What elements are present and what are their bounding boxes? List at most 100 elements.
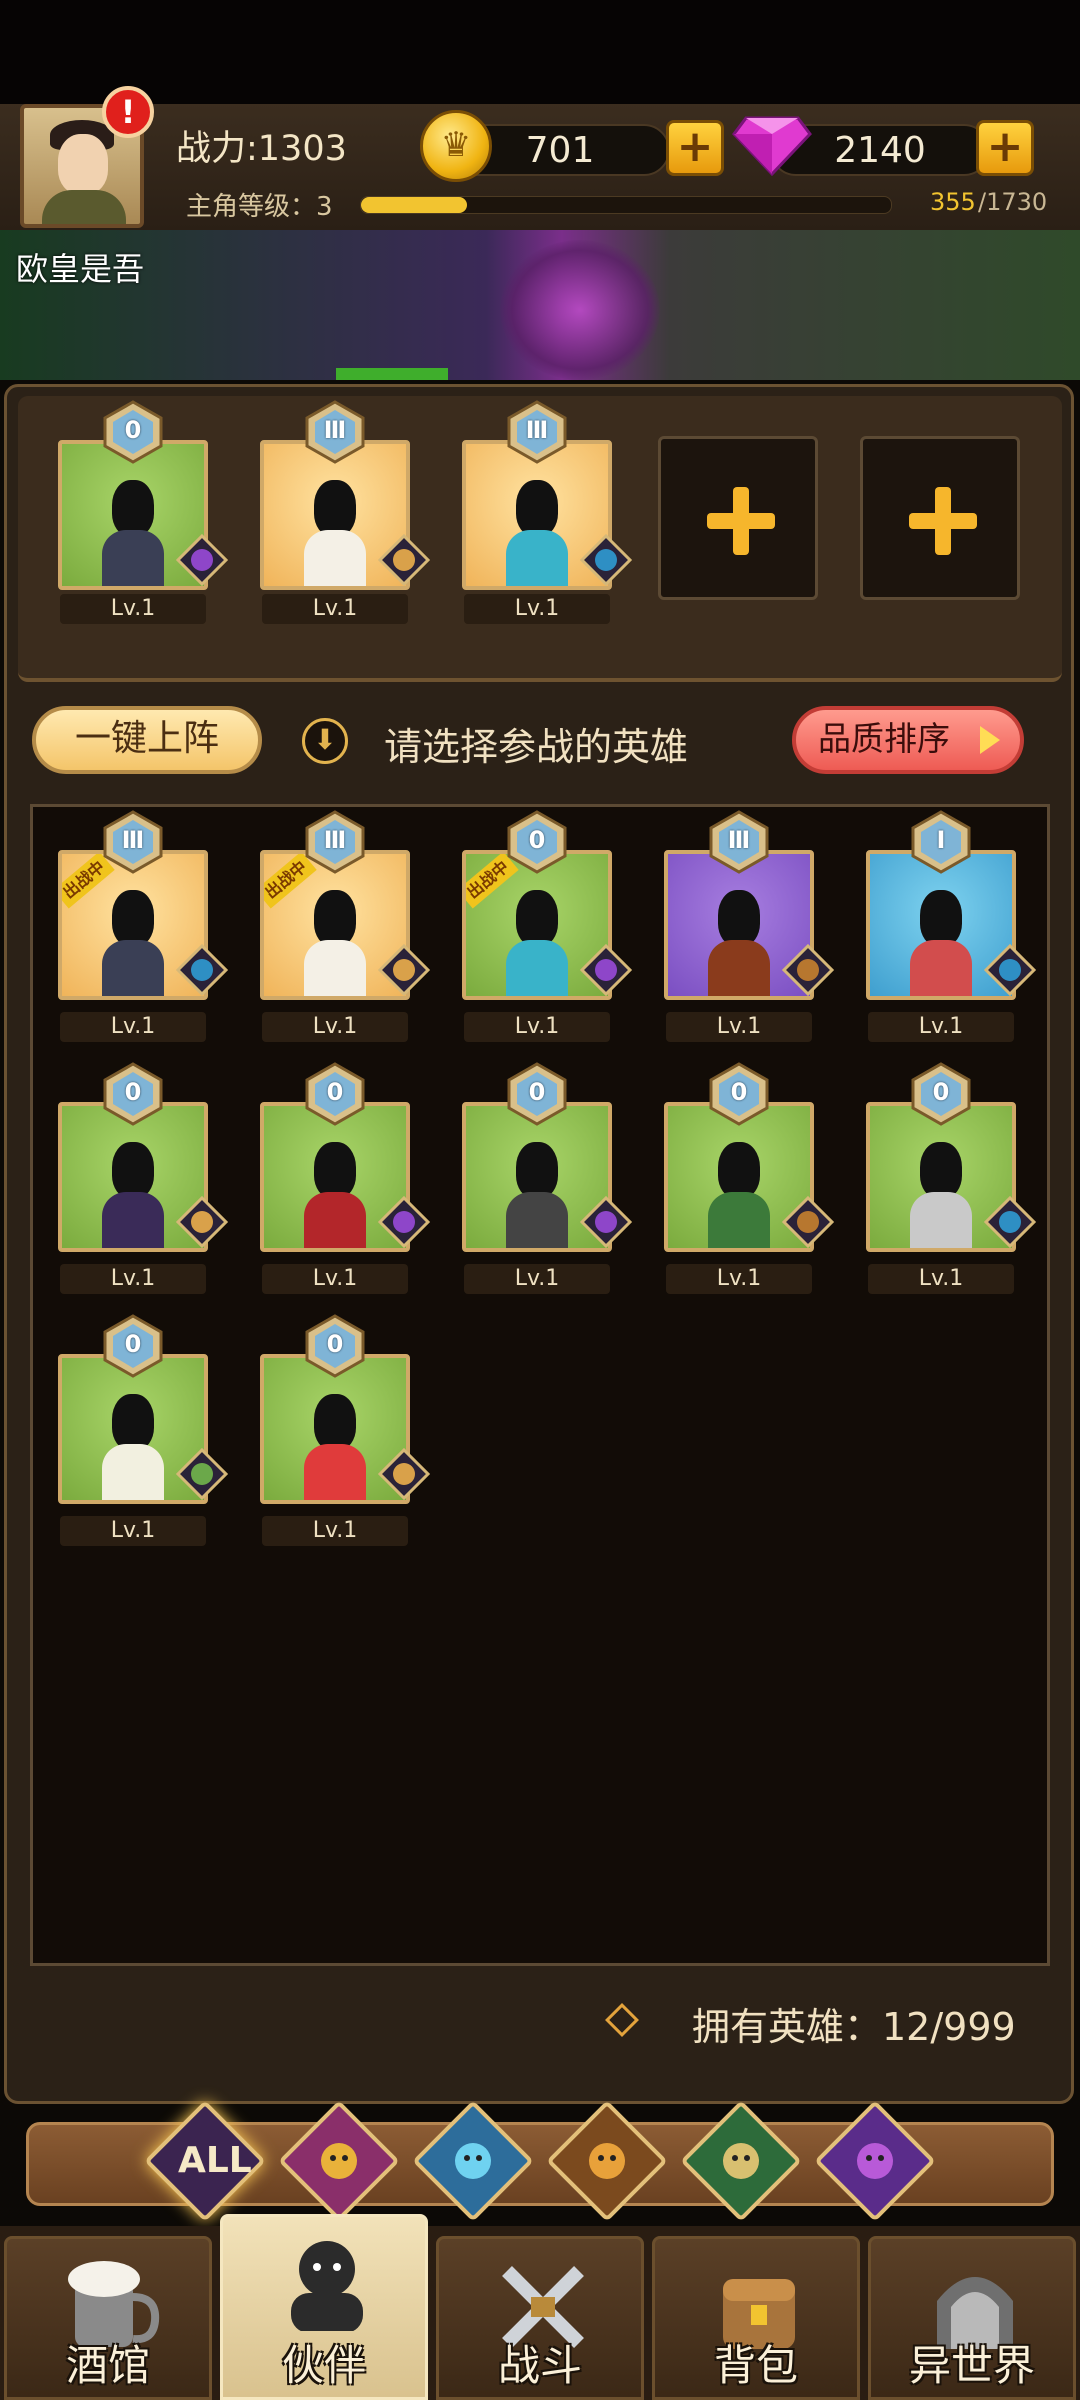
team-slot-2-rank-badge: Ⅲ xyxy=(303,400,367,464)
exclamation-icon[interactable]: ! xyxy=(102,86,154,138)
hero-2-portrait xyxy=(304,890,366,996)
hero-4-faction-icon xyxy=(781,943,835,997)
hero-10-portrait xyxy=(910,1142,972,1248)
hero-7-rank-badge: 0 xyxy=(303,1062,367,1126)
hero-11-portrait xyxy=(102,1394,164,1500)
nav-tab-2[interactable]: 伙伴 xyxy=(220,2214,428,2400)
nav-tab-3[interactable]: 战斗 xyxy=(436,2236,644,2400)
hero-1-level: Lv.1 xyxy=(60,1012,206,1042)
hero-4-rank-badge-rank: Ⅲ xyxy=(727,826,751,854)
hero-11-rank-badge: 0 xyxy=(101,1314,165,1378)
add-gold-button[interactable]: + xyxy=(666,120,724,176)
hero-5-portrait xyxy=(910,890,972,996)
nav-tab-4[interactable]: 背包 xyxy=(652,2236,860,2400)
hero-7-portrait xyxy=(304,1142,366,1248)
battle-preview xyxy=(0,230,1080,380)
team-slot-2-level: Lv.1 xyxy=(262,594,408,624)
merfolk-faction-icon xyxy=(446,2134,500,2188)
team-slot-1-rank-badge-rank: 0 xyxy=(124,416,142,444)
add-gem-button[interactable]: + xyxy=(976,120,1034,176)
team-slot-2-portrait xyxy=(304,480,366,586)
empty-team-slot-2[interactable] xyxy=(860,436,1020,600)
play-arrow-icon xyxy=(980,726,1000,754)
hero-11-rank-badge-rank: 0 xyxy=(124,1330,142,1358)
team-slot-1-level: Lv.1 xyxy=(60,594,206,624)
deploy-hint: 请选择参战的英雄 xyxy=(384,725,689,769)
nav-tab-5[interactable]: 异世界 xyxy=(868,2236,1076,2400)
quality-sort-button[interactable]: 品质排序 xyxy=(792,706,1024,774)
hero-9-rank-badge: 0 xyxy=(707,1062,771,1126)
team-slot-3-faction-icon xyxy=(579,533,633,587)
hero-7-faction-icon xyxy=(377,1195,431,1249)
hero-8-portrait xyxy=(506,1142,568,1248)
hero-12-rank-badge: 0 xyxy=(303,1314,367,1378)
elf-faction-icon xyxy=(714,2134,768,2188)
hero-11-faction-icon xyxy=(175,1447,229,1501)
hero-8-faction-icon xyxy=(579,1195,633,1249)
hero-12-rank-badge-rank: 0 xyxy=(326,1330,344,1358)
nav-tab-label: 背包 xyxy=(713,2341,798,2390)
hero-8-level: Lv.1 xyxy=(464,1264,610,1294)
team-slot-1-rank-badge: 0 xyxy=(101,400,165,464)
hero-3-level: Lv.1 xyxy=(464,1012,610,1042)
hero-1-faction-icon xyxy=(175,943,229,997)
hero-2-rank-badge: Ⅲ xyxy=(303,810,367,874)
hero-12-portrait xyxy=(304,1394,366,1500)
human-faction-icon xyxy=(312,2134,366,2188)
demon-faction-icon xyxy=(848,2134,902,2188)
status-bar xyxy=(0,0,1080,104)
hero-3-rank-badge: 0 xyxy=(505,810,569,874)
beast-faction-icon xyxy=(580,2134,634,2188)
team-slot-3-rank-badge: Ⅲ xyxy=(505,400,569,464)
hero-1-portrait xyxy=(102,890,164,996)
filter-all-label: ALL xyxy=(178,2140,252,2181)
team-slot-2-rank-badge-rank: Ⅲ xyxy=(323,416,347,444)
hero-4-rank-badge: Ⅲ xyxy=(707,810,771,874)
hero-11-level: Lv.1 xyxy=(60,1516,206,1546)
hero-9-portrait xyxy=(708,1142,770,1248)
hero-6-rank-badge-rank: 0 xyxy=(124,1078,142,1106)
hero-2-level: Lv.1 xyxy=(262,1012,408,1042)
hero-4-level: Lv.1 xyxy=(666,1012,812,1042)
team-slot-3-portrait xyxy=(506,480,568,586)
power-label: 战力:1303 xyxy=(176,129,347,169)
hero-8-rank-badge-rank: 0 xyxy=(528,1078,546,1106)
hero-3-faction-icon xyxy=(579,943,633,997)
companion-icon xyxy=(277,2235,377,2333)
gem-icon xyxy=(732,116,812,176)
hero-4-portrait xyxy=(708,890,770,996)
nav-tab-label: 战斗 xyxy=(497,2341,582,2390)
hero-9-rank-badge-rank: 0 xyxy=(730,1078,748,1106)
hero-10-rank-badge: 0 xyxy=(909,1062,973,1126)
hero-5-rank-badge-rank: Ⅰ xyxy=(936,826,946,854)
hero-2-faction-icon xyxy=(377,943,431,997)
team-slot-3-rank-badge-rank: Ⅲ xyxy=(525,416,549,444)
hero-8-rank-badge: 0 xyxy=(505,1062,569,1126)
nav-tab-label: 酒馆 xyxy=(65,2341,150,2390)
hero-9-faction-icon xyxy=(781,1195,835,1249)
hero-5-level: Lv.1 xyxy=(868,1012,1014,1042)
sort-label: 品质排序 xyxy=(818,719,950,758)
hero-1-rank-badge: Ⅲ xyxy=(101,810,165,874)
hero-10-level: Lv.1 xyxy=(868,1264,1014,1294)
hero-12-level: Lv.1 xyxy=(262,1516,408,1546)
hero-10-faction-icon xyxy=(983,1195,1037,1249)
nav-tab-label: 伙伴 xyxy=(281,2341,366,2390)
owned-heroes-count: 拥有英雄：12/999 xyxy=(692,2005,1016,2049)
xp-max: /1730 xyxy=(978,188,1048,216)
hero-1-rank-badge-rank: Ⅲ xyxy=(121,826,145,854)
player-name: 欧皇是吾 xyxy=(16,250,145,288)
hero-9-level: Lv.1 xyxy=(666,1264,812,1294)
arrow-down-icon: ⬇ xyxy=(302,718,348,764)
auto-deploy-button[interactable]: 一键上阵 xyxy=(32,706,262,774)
empty-team-slot-1[interactable] xyxy=(658,436,818,600)
team-slot-1-faction-icon xyxy=(175,533,229,587)
hero-7-rank-badge-rank: 0 xyxy=(326,1078,344,1106)
hero-3-rank-badge-rank: 0 xyxy=(528,826,546,854)
hero-6-rank-badge: 0 xyxy=(101,1062,165,1126)
xp-current: 355 xyxy=(930,188,976,216)
hero-6-level: Lv.1 xyxy=(60,1264,206,1294)
hero-3-portrait xyxy=(506,890,568,996)
hero-6-faction-icon xyxy=(175,1195,229,1249)
nav-tab-1[interactable]: 酒馆 xyxy=(4,2236,212,2400)
